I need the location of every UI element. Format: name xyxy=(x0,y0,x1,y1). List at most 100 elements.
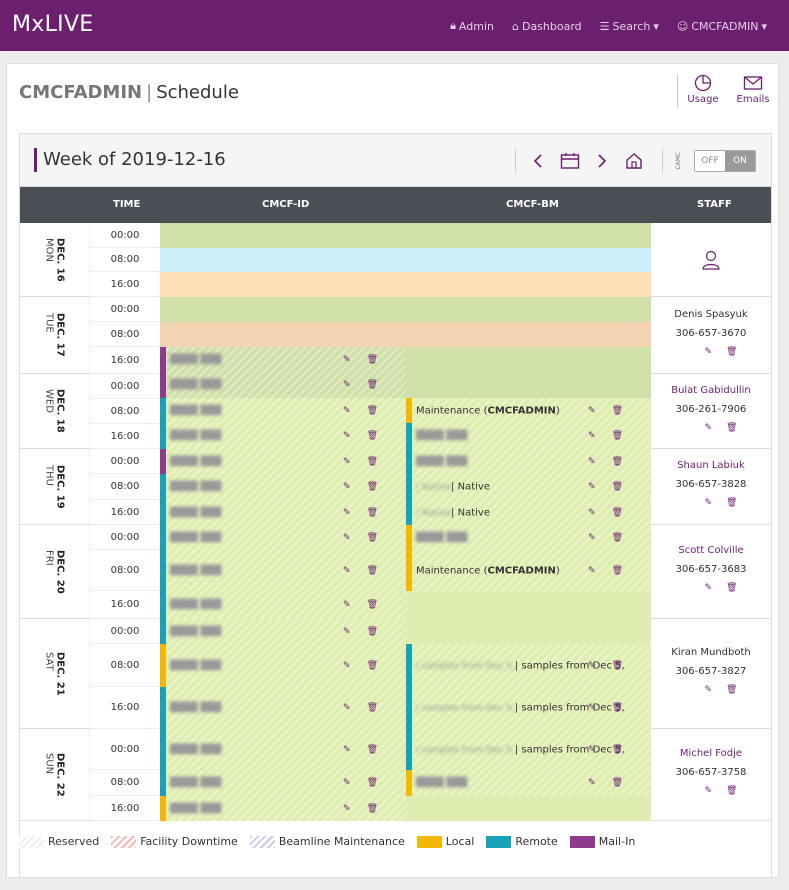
trash-icon[interactable]: 🗑︎ xyxy=(612,661,623,671)
nav-admin[interactable]: 🔒︎ Admin xyxy=(450,19,494,33)
edit-icon[interactable]: ✎ xyxy=(343,457,351,467)
booking-block[interactable]: Maintenance (CMCFADMIN) ✎ 🗑︎ xyxy=(406,398,651,423)
edit-icon[interactable]: ✎ xyxy=(705,423,713,433)
trash-icon[interactable]: 🗑︎ xyxy=(367,406,378,416)
next-week-button[interactable] xyxy=(592,151,612,171)
booking-block[interactable]: ████ ███ ✎ 🗑︎ xyxy=(406,770,651,796)
brand-logo[interactable]: MxLIVE xyxy=(12,12,94,37)
booking-block[interactable]: ████ ███ ✎ 🗑︎ xyxy=(160,729,406,770)
trash-icon[interactable]: 🗑︎ xyxy=(367,703,378,713)
edit-icon[interactable]: ✎ xyxy=(343,431,351,441)
trash-icon[interactable]: 🗑︎ xyxy=(726,347,737,357)
edit-icon[interactable]: ✎ xyxy=(588,745,596,755)
staff-name[interactable]: Bulat Gabidullin xyxy=(651,385,771,396)
toggle-on[interactable]: ON xyxy=(725,151,755,171)
trash-icon[interactable]: 🗑︎ xyxy=(367,380,378,390)
booking-block[interactable]: Maintenance (CMCFADMIN) ✎ 🗑︎ xyxy=(406,550,651,591)
trash-icon[interactable]: 🗑︎ xyxy=(367,745,378,755)
booking-block[interactable]: | samples from Dec 5,| samples from Dec … xyxy=(406,687,651,729)
trash-icon[interactable]: 🗑︎ xyxy=(612,457,623,467)
booking-block[interactable]: ████ ███ ✎ 🗑︎ xyxy=(160,591,406,619)
booking-block[interactable]: ████ ███ ✎ 🗑︎ xyxy=(160,525,406,550)
edit-icon[interactable]: ✎ xyxy=(588,661,596,671)
edit-icon[interactable]: ✎ xyxy=(588,703,596,713)
nav-user[interactable]: ☺ CMCFADMIN ▾ xyxy=(677,19,767,33)
edit-icon[interactable]: ✎ xyxy=(588,508,596,518)
edit-icon[interactable]: ✎ xyxy=(343,703,351,713)
edit-icon[interactable]: ✎ xyxy=(343,778,351,788)
nav-search[interactable]: ☰ Search ▾ xyxy=(600,19,659,33)
trash-icon[interactable]: 🗑︎ xyxy=(367,600,378,610)
booking-block[interactable]: ████ ███ ✎ 🗑︎ xyxy=(160,347,406,372)
trash-icon[interactable]: 🗑︎ xyxy=(612,508,623,518)
trash-icon[interactable]: 🗑︎ xyxy=(726,786,737,796)
booking-block[interactable] xyxy=(406,796,651,821)
trash-icon[interactable]: 🗑︎ xyxy=(726,685,737,695)
trash-icon[interactable]: 🗑︎ xyxy=(367,627,378,637)
trash-icon[interactable]: 🗑︎ xyxy=(367,533,378,543)
trash-icon[interactable]: 🗑︎ xyxy=(612,745,623,755)
trash-icon[interactable]: 🗑︎ xyxy=(367,566,378,576)
trash-icon[interactable]: 🗑︎ xyxy=(367,508,378,518)
edit-icon[interactable]: ✎ xyxy=(705,347,713,357)
trash-icon[interactable]: 🗑︎ xyxy=(612,566,623,576)
trash-icon[interactable]: 🗑︎ xyxy=(612,533,623,543)
edit-icon[interactable]: ✎ xyxy=(343,600,351,610)
edit-icon[interactable]: ✎ xyxy=(588,431,596,441)
edit-icon[interactable]: ✎ xyxy=(343,804,351,814)
booking-block[interactable]: ████ ███ ✎ 🗑︎ xyxy=(406,449,651,474)
edit-icon[interactable]: ✎ xyxy=(343,627,351,637)
trash-icon[interactable]: 🗑︎ xyxy=(367,661,378,671)
usage-button[interactable]: Usage xyxy=(678,74,728,108)
edit-icon[interactable]: ✎ xyxy=(343,355,351,365)
booking-block[interactable]: ████ ███ ✎ 🗑︎ xyxy=(160,474,406,500)
downtime-block[interactable] xyxy=(160,322,651,347)
reserved-block[interactable] xyxy=(160,223,651,248)
trash-icon[interactable]: 🗑︎ xyxy=(726,498,737,508)
edit-icon[interactable]: ✎ xyxy=(343,482,351,492)
reserved-block[interactable] xyxy=(160,297,651,322)
emails-button[interactable]: Emails xyxy=(728,74,778,108)
edit-icon[interactable]: ✎ xyxy=(343,380,351,390)
booking-block[interactable]: ████ ███ ✎ 🗑︎ xyxy=(160,644,406,687)
edit-icon[interactable]: ✎ xyxy=(343,566,351,576)
edit-icon[interactable]: ✎ xyxy=(705,685,713,695)
booking-block[interactable]: | samples from Dec 5,| samples from Dec … xyxy=(406,644,651,687)
booking-block[interactable]: ████ ███ ✎ 🗑︎ xyxy=(160,500,406,525)
trash-icon[interactable]: 🗑︎ xyxy=(612,703,623,713)
edit-icon[interactable]: ✎ xyxy=(588,457,596,467)
booking-block[interactable]: ████ ███ ✎ 🗑︎ xyxy=(160,550,406,591)
booking-block[interactable]: | Native| Native ✎ 🗑︎ xyxy=(406,474,651,500)
booking-block[interactable]: ████ ███ ✎ 🗑︎ xyxy=(160,619,406,644)
trash-icon[interactable]: 🗑︎ xyxy=(367,778,378,788)
toggle-off[interactable]: OFF xyxy=(695,151,725,171)
calendar-button[interactable] xyxy=(560,151,580,171)
edit-icon[interactable]: ✎ xyxy=(343,508,351,518)
edit-icon[interactable]: ✎ xyxy=(705,583,713,593)
booking-block[interactable]: ████ ███ ✎ 🗑︎ xyxy=(406,525,651,550)
trash-icon[interactable]: 🗑︎ xyxy=(726,423,737,433)
camc-toggle[interactable]: OFF ON xyxy=(694,150,756,172)
trash-icon[interactable]: 🗑︎ xyxy=(726,583,737,593)
booking-block[interactable]: ████ ███ ✎ 🗑︎ xyxy=(406,423,651,449)
booking-block[interactable]: ████ ███ ✎ 🗑︎ xyxy=(160,770,406,796)
staff-name[interactable]: Denis Spasyuk xyxy=(651,309,771,320)
staff-name[interactable]: Kiran Mundboth xyxy=(651,647,771,658)
staff-name[interactable]: Michel Fodje xyxy=(651,748,771,759)
edit-icon[interactable]: ✎ xyxy=(588,482,596,492)
booking-block[interactable]: ████ ███ ✎ 🗑︎ xyxy=(160,449,406,474)
edit-icon[interactable]: ✎ xyxy=(343,406,351,416)
staff-name[interactable]: Shaun Labiuk xyxy=(651,460,771,471)
booking-block[interactable]: ████ ███ ✎ 🗑︎ xyxy=(160,687,406,729)
edit-icon[interactable]: ✎ xyxy=(343,745,351,755)
prev-week-button[interactable] xyxy=(528,151,548,171)
edit-icon[interactable]: ✎ xyxy=(588,566,596,576)
booking-block[interactable]: ████ ███ ✎ 🗑︎ xyxy=(160,398,406,423)
trash-icon[interactable]: 🗑︎ xyxy=(612,778,623,788)
booking-block[interactable]: | samples from Dec 5,| samples from Dec … xyxy=(406,729,651,770)
booking-block[interactable]: ████ ███ ✎ 🗑︎ xyxy=(160,423,406,449)
edit-icon[interactable]: ✎ xyxy=(588,778,596,788)
booking-block[interactable]: | Native| Native ✎ 🗑︎ xyxy=(406,500,651,525)
maintenance-block[interactable] xyxy=(160,248,651,272)
trash-icon[interactable]: 🗑︎ xyxy=(367,804,378,814)
